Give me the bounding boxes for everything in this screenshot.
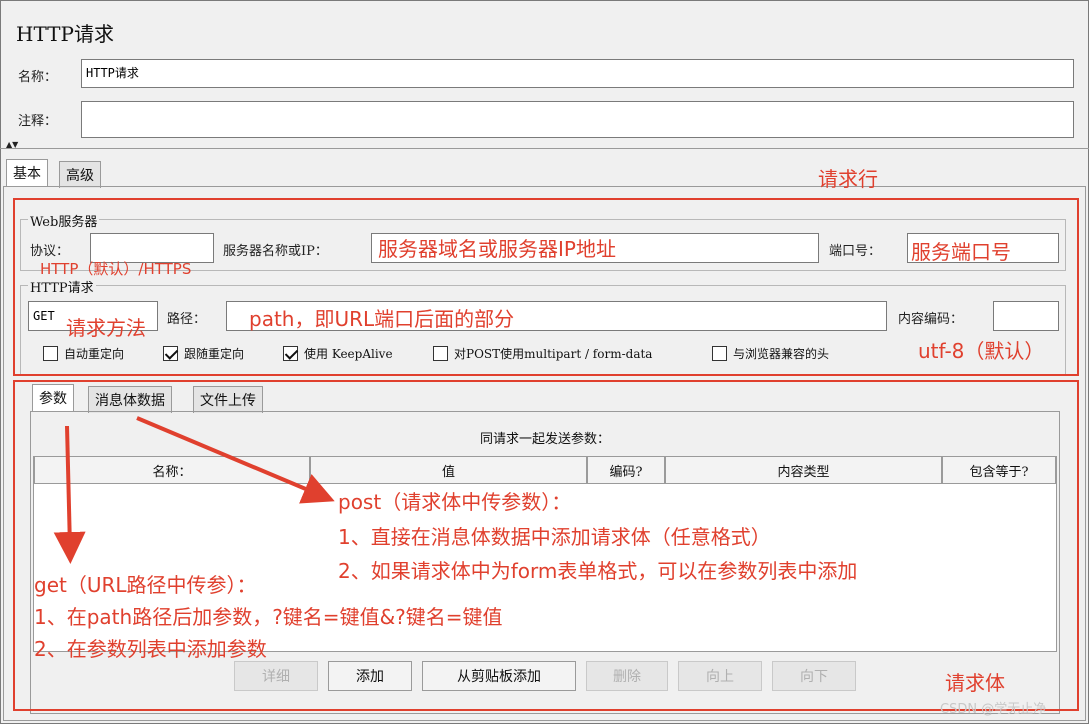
name-input[interactable]: HTTP请求 [81,59,1074,88]
annotation-method-hint: 请求方法 [66,316,146,340]
annotation-encoding-hint: utf-8（默认） [918,339,1045,363]
annotation-get-2: 2、在参数列表中添加参数 [34,637,267,661]
annotation-protocol-hint: HTTP（默认）/HTTPS [40,260,192,278]
tab-basic[interactable]: 基本 [6,159,48,186]
annotation-request-body: 请求体 [945,671,1005,695]
comment-label: 注释： [18,114,58,129]
comment-input[interactable] [81,101,1074,138]
annotation-post-2: 2、如果请求体中为form表单格式，可以在参数列表中添加 [338,559,858,583]
tab-advanced[interactable]: 高级 [59,161,101,188]
annotation-server-hint: 服务器域名或服务器IP地址 [378,237,616,261]
annotation-post-1: 1、直接在消息体数据中添加请求体（任意格式） [338,525,771,549]
page-title: HTTP请求 [16,22,114,46]
annotation-path-hint: path，即URL端口后面的部分 [249,307,515,331]
annotation-get-1: 1、在path路径后加参数，?键名=键值&?键名=键值 [34,605,503,629]
name-label: 名称： [18,70,58,85]
watermark: CSDN @学无止净 [940,702,1047,717]
annotation-get-title: get（URL路径中传参）： [34,573,257,597]
annotation-request-line: 请求行 [818,167,878,191]
annotation-port-hint: 服务端口号 [911,240,1011,264]
splitter-divider[interactable] [0,148,1089,149]
annotation-post-title: post（请求体中传参数）： [338,490,572,514]
